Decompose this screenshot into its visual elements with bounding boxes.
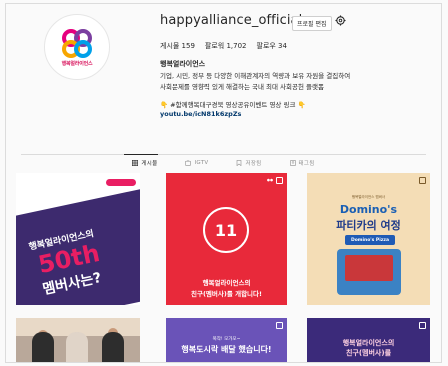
alliance-logo-icon	[62, 28, 92, 58]
post-thumbnail[interactable]: 행복얼라이언스 멤버사 Domino's 파티카의 여정 Domino's Pi…	[307, 173, 430, 305]
gear-icon[interactable]	[335, 15, 346, 26]
multi-post-icon	[276, 322, 283, 329]
tab-label: 게시물	[141, 161, 158, 167]
multi-post-icon	[419, 177, 426, 184]
brand-logo: ●●	[266, 178, 273, 182]
post-thumbnail[interactable]: 행복얼라이언스의 친구(멤버사)를	[307, 318, 430, 362]
post-thumbnail[interactable]: 행복얼라이언스의 50th 멤버사는?	[16, 173, 140, 305]
tag-icon	[289, 160, 296, 166]
tv-icon	[185, 160, 192, 166]
arcade-screen-graphic	[345, 255, 393, 281]
followers-count[interactable]: 팔로워 1,702	[205, 41, 247, 51]
post-caption: 복작! 모가모~	[212, 337, 241, 342]
posts-count: 게시물 159	[160, 42, 195, 50]
post-thumbnail[interactable]: ●● 11 행복얼라이언스의 친구(멤버사)를 개합니다!	[166, 173, 287, 305]
tab-posts[interactable]: 게시물	[132, 159, 157, 167]
bio-event-text: 👇 #함께행복대구경북 영상공유이벤트 영상 링크 👇	[160, 101, 306, 109]
post-caption: 파티카의 여정	[336, 219, 401, 232]
tab-tagged[interactable]: 태그됨	[289, 159, 315, 167]
multi-post-icon	[276, 177, 283, 184]
post-caption: 행복도시락 배달 했습니다!	[181, 345, 272, 354]
post-sign: Domino's Pizza	[345, 235, 395, 245]
post-caption: 행복얼라이언스의	[342, 339, 395, 347]
bio-text: 기업, 시민, 정부 등 다양한 이해관계자의 역량과 보유 자원을 결집하여	[160, 72, 351, 80]
tab-label: 태그됨	[298, 161, 315, 167]
post-caption: 친구(멤버사)를	[345, 349, 392, 357]
post-badge: 11	[203, 207, 249, 253]
post-thumbnail[interactable]: 복작! 모가모~ 행복도시락 배달 했습니다!	[166, 318, 287, 362]
tab-igtv[interactable]: IGTV	[185, 159, 208, 167]
post-thumbnail[interactable]	[16, 318, 140, 362]
bio-link[interactable]: youtu.be/icN81k6zpZs	[160, 110, 241, 118]
avatar-brand-text: 행복얼라이언스	[61, 60, 93, 67]
bookmark-icon	[237, 160, 242, 166]
following-count[interactable]: 팔로우 34	[257, 41, 287, 51]
profile-tabs: 게시물 IGTV 저장됨 태그됨	[6, 159, 441, 167]
profile-page: 행복얼라이언스 happyalliance_official 프로필 편집 게시…	[5, 3, 442, 363]
tab-divider	[21, 154, 426, 155]
multi-post-icon	[419, 322, 426, 329]
person-photo	[32, 332, 54, 362]
bio-text: 사회문제를 영향력 있게 해결하는 국내 최대 사회공헌 플랫폼	[160, 83, 324, 91]
tab-saved[interactable]: 저장됨	[236, 159, 261, 167]
tab-label: IGTV	[194, 160, 209, 166]
active-tab-indicator	[124, 154, 158, 155]
post-caption: 행복얼라이언스 멤버사	[351, 195, 386, 199]
brand-logo	[106, 179, 136, 186]
profile-avatar[interactable]: 행복얼라이언스	[44, 14, 110, 80]
post-caption: Domino's	[339, 203, 398, 216]
post-caption: 친구(멤버사)를 개합니다!	[191, 290, 262, 298]
person-photo	[102, 332, 124, 362]
post-caption: 행복얼라이언스의	[202, 279, 251, 287]
edit-profile-button[interactable]: 프로필 편집	[292, 16, 332, 31]
person-photo	[66, 332, 88, 362]
tab-label: 저장됨	[245, 161, 262, 167]
profile-stats: 게시물 159 팔로워 1,702 팔로우 34	[160, 41, 287, 51]
profile-username: happyalliance_official	[160, 13, 303, 28]
grid-icon	[132, 160, 139, 166]
bio-name: 행복얼라이언스	[160, 60, 206, 68]
